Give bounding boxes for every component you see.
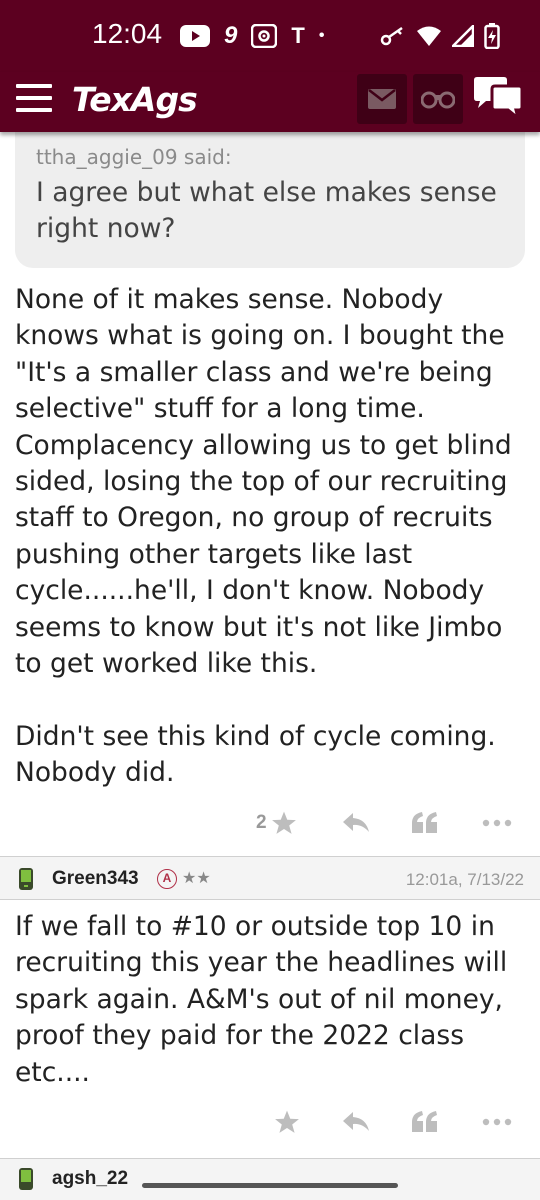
chat-icon	[474, 77, 524, 122]
post-username[interactable]: agsh_22	[52, 1168, 128, 1190]
home-indicator[interactable]	[142, 1183, 398, 1188]
site-logo[interactable]: TexAgs	[72, 80, 198, 119]
t-icon: T	[291, 23, 305, 48]
mail-button[interactable]	[357, 74, 407, 124]
binoculars-button[interactable]	[413, 74, 463, 124]
status-time: 12:04	[92, 18, 163, 49]
post-username[interactable]: Green343	[52, 868, 139, 890]
star-icon	[275, 1110, 299, 1133]
signal-icon	[452, 25, 474, 47]
status-bar: 12:04 9 T •	[0, 0, 540, 72]
youtube-icon	[180, 25, 210, 47]
phone-icon	[19, 868, 33, 890]
binoculars-icon	[421, 91, 455, 109]
dot-icon: •	[318, 27, 325, 44]
star-button[interactable]: 2	[256, 803, 297, 843]
reply-icon	[343, 813, 369, 832]
more-button[interactable]	[482, 803, 512, 843]
reply-button[interactable]	[342, 1102, 370, 1142]
reply-button[interactable]	[342, 803, 370, 843]
quote-author: ttha_aggie_09 said:	[36, 145, 232, 169]
more-button[interactable]	[482, 1102, 512, 1142]
top-navbar: TexAgs	[0, 72, 540, 132]
star-button[interactable]	[274, 1102, 300, 1142]
more-icon	[482, 1118, 512, 1126]
post-header: agsh_22	[0, 1158, 540, 1200]
quote-text: I agree but what else makes sense right …	[36, 177, 497, 244]
key-icon	[380, 25, 406, 47]
quote-button[interactable]	[411, 803, 439, 843]
reply-icon	[343, 1112, 369, 1131]
post-body: None of it makes sense. Nobody knows wha…	[15, 284, 512, 789]
post-actions: 2	[0, 803, 540, 843]
post-header: Green343 A ★★ 12:01a, 7/13/22	[0, 856, 540, 900]
radio-icon	[251, 24, 278, 48]
user-stars: ★★	[182, 868, 211, 887]
chat-button[interactable]	[472, 76, 526, 122]
post-timestamp: 12:01a, 7/13/22	[405, 870, 524, 889]
phone-icon	[19, 1168, 33, 1190]
quoted-post: ttha_aggie_09 said: I agree but what els…	[15, 125, 525, 268]
quote-button[interactable]	[411, 1102, 439, 1142]
post-actions	[0, 1102, 540, 1142]
quote-icon	[412, 812, 437, 833]
star-count: 2	[256, 812, 267, 833]
post-body: If we fall to #10 or outside top 10 in r…	[15, 911, 508, 1088]
user-badge: A	[157, 869, 177, 889]
menu-icon[interactable]	[16, 84, 52, 114]
battery-icon	[484, 23, 500, 49]
wifi-icon	[416, 25, 442, 47]
star-icon	[271, 811, 296, 834]
mail-icon	[368, 89, 396, 109]
quote-icon	[412, 1111, 437, 1132]
nine-icon: 9	[224, 22, 238, 49]
more-icon	[482, 819, 512, 827]
